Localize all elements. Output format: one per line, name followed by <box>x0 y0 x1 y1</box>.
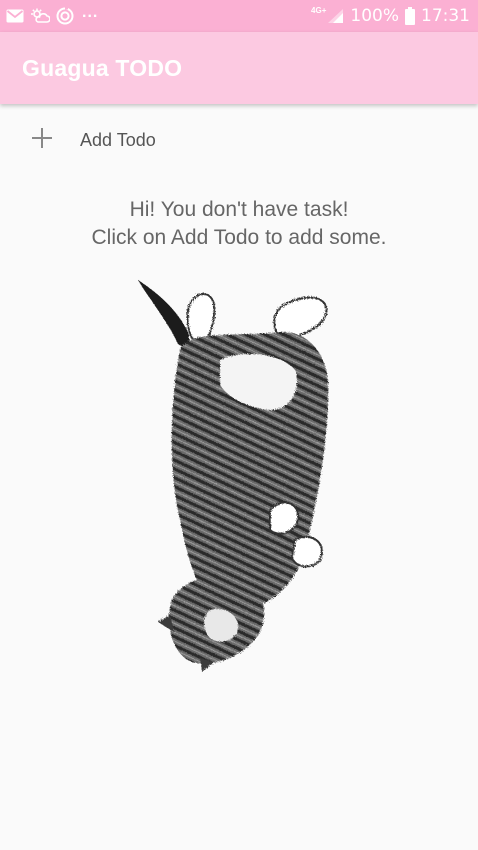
plus-icon[interactable] <box>32 128 52 148</box>
status-overflow: ... <box>82 4 99 21</box>
todo-screen: ... 4G+ 100% 17:31 Guagua TODO Add Todo … <box>0 0 478 850</box>
weather-icon <box>30 8 50 24</box>
status-left: ... <box>6 4 99 25</box>
add-todo-label[interactable]: Add Todo <box>80 130 156 151</box>
empty-state-line-2: Click on Add Todo to add some. <box>91 226 387 249</box>
status-bar: ... 4G+ 100% 17:31 <box>0 0 478 32</box>
sleeping-cat-illustration <box>130 270 340 675</box>
battery-icon <box>405 7 415 25</box>
signal-icon <box>328 9 344 23</box>
empty-state-message: Hi! You don't have task! Click on Add To… <box>0 196 478 252</box>
clock: 17:31 <box>421 6 470 26</box>
empty-state-line-1: Hi! You don't have task! <box>129 198 349 221</box>
battery-percent: 100% <box>350 6 399 26</box>
app-title: Guagua TODO <box>22 54 183 81</box>
add-todo-button[interactable]: Add Todo <box>0 112 478 168</box>
app-bar: Guagua TODO <box>0 32 478 104</box>
mail-icon <box>6 9 24 23</box>
sync-icon <box>56 7 74 25</box>
status-right: 4G+ 100% 17:31 <box>311 6 470 26</box>
network-type-label: 4G+ <box>311 6 327 15</box>
